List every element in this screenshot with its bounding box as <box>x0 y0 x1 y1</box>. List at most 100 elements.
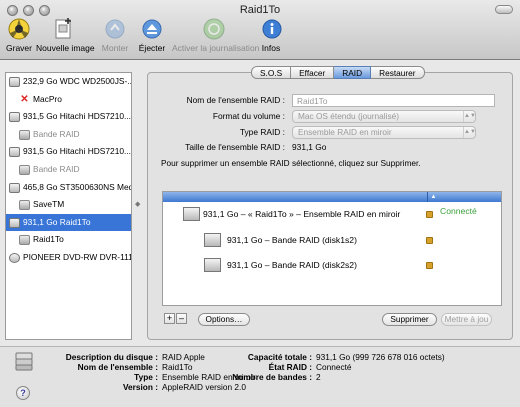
disk-item-label: 465,8 Go ST3500630NS Med <box>23 181 131 192</box>
disk-utility-window: Raid1To Graver Nouvelle image Monter Éje… <box>0 0 520 407</box>
disk-description-value: RAID Apple <box>162 352 205 362</box>
version-label: Version : <box>122 382 158 392</box>
raid-name-label: Nom de l'ensemble RAID : <box>186 95 285 105</box>
disk-item-label: 931,5 Go Hitachi HDS7210... <box>23 146 131 157</box>
chevron-updown-icon: ▲▼ <box>463 127 476 138</box>
delete-instruction-text: Pour supprimer un ensemble RAID sélectio… <box>161 158 421 168</box>
enable-journaling-button[interactable]: Activer la journalisation <box>172 17 259 53</box>
raid-name-field[interactable]: Raid1To <box>292 94 495 107</box>
raid-size-label: Taille de l'ensemble RAID : <box>185 142 285 152</box>
list-header[interactable]: ▲ <box>163 192 501 202</box>
raid-member-label: 931,1 Go – Bande RAID (disk2s2) <box>227 260 357 270</box>
total-capacity-value: 931,1 Go (999 726 678 016 octets) <box>316 352 445 362</box>
set-name-label: Nom de l'ensemble : <box>77 362 158 372</box>
disk-list[interactable]: 232,9 Go WDC WD2500JS-... ✕ MacPro 931,5… <box>5 72 132 340</box>
raid-type-value: Ensemble RAID en miroir <box>298 127 392 137</box>
raid-state-value: Connecté <box>316 362 352 372</box>
volume-icon <box>19 235 30 246</box>
lock-icon <box>426 262 433 269</box>
raid-size-value: 931,1 Go <box>292 142 327 152</box>
disk-item[interactable]: PIONEER DVD-RW DVR-111 <box>6 249 131 267</box>
optical-drive-icon <box>9 252 20 263</box>
mount-label: Monter <box>101 43 129 53</box>
volume-item-label: Bande RAID <box>33 163 80 174</box>
unmounted-volume-icon: ✕ <box>20 93 29 105</box>
total-capacity-label: Capacité totale : <box>247 352 312 362</box>
tab-erase[interactable]: Effacer <box>291 66 335 79</box>
set-name-value: Raid1To <box>162 362 193 372</box>
burn-icon <box>7 17 31 41</box>
volume-icon <box>19 129 30 140</box>
volume-icon <box>19 200 30 211</box>
stripe-count-value: 2 <box>316 372 321 382</box>
raid-set-label: 931,1 Go – « Raid1To » – Ensemble RAID e… <box>203 209 401 219</box>
volume-item-label: SaveTM <box>33 199 65 210</box>
hard-disk-icon <box>9 77 20 87</box>
mount-button[interactable]: Monter <box>101 17 129 53</box>
chevron-updown-icon: ▲▼ <box>463 111 476 122</box>
toolbar-toggle-button[interactable] <box>495 5 513 14</box>
help-button[interactable]: ? <box>16 386 30 400</box>
volume-item[interactable]: Raid1To <box>6 231 131 249</box>
lock-icon <box>426 211 433 218</box>
options-button[interactable]: Options… <box>198 313 250 326</box>
hard-disk-icon <box>204 258 221 272</box>
volume-format-select[interactable]: Mac OS étendu (journalisé) ▲▼ <box>292 110 476 123</box>
volume-item[interactable]: ✕ MacPro <box>6 91 131 109</box>
raid-member-label: 931,1 Go – Bande RAID (disk1s2) <box>227 235 357 245</box>
disk-item-label: 931,5 Go Hitachi HDS7210... <box>23 111 131 122</box>
volume-format-value: Mac OS étendu (journalisé) <box>298 111 399 121</box>
volume-format-label: Format du volume : <box>212 111 285 121</box>
add-button[interactable]: + <box>164 313 175 324</box>
burn-label: Graver <box>6 43 32 53</box>
delete-button[interactable]: Supprimer <box>382 313 437 326</box>
disk-item[interactable]: 931,5 Go Hitachi HDS7210... <box>6 108 131 126</box>
hard-disk-icon <box>9 147 20 158</box>
new-image-label: Nouvelle image <box>36 43 95 53</box>
disk-item[interactable]: 232,9 Go WDC WD2500JS-... <box>6 73 131 91</box>
raid-type-label: Type RAID : <box>239 127 285 137</box>
lock-icon <box>426 237 433 244</box>
new-image-icon <box>51 17 75 41</box>
raid-state-label: État RAID : <box>268 362 312 372</box>
tab-bar: S.O.S Effacer RAID Restaurer <box>251 66 425 79</box>
volume-item[interactable]: Bande RAID <box>6 126 131 144</box>
volume-item-label: MacPro <box>33 93 62 104</box>
disk-item-label: 232,9 Go WDC WD2500JS-... <box>23 76 131 86</box>
volume-item-label: Bande RAID <box>33 128 80 139</box>
tab-raid[interactable]: RAID <box>334 66 372 79</box>
info-button[interactable]: Infos <box>260 17 282 53</box>
disk-item-label: 931,1 Go Raid1To <box>23 216 91 227</box>
disk-item-label: PIONEER DVD-RW DVR-111 <box>23 251 131 262</box>
raid-disk-icon <box>9 217 20 228</box>
info-label: Infos <box>261 43 281 53</box>
disk-item[interactable]: 465,8 Go ST3500630NS Med <box>6 179 131 197</box>
tab-first-aid[interactable]: S.O.S <box>251 66 292 79</box>
disk-item-selected[interactable]: 931,1 Go Raid1To <box>6 213 131 232</box>
eject-icon <box>140 17 164 41</box>
toolbar: Raid1To Graver Nouvelle image Monter Éje… <box>0 0 520 60</box>
disk-item[interactable]: 931,5 Go Hitachi HDS7210... <box>6 143 131 161</box>
window-title: Raid1To <box>239 4 281 16</box>
update-button[interactable]: Mettre à jou <box>441 313 492 326</box>
eject-button[interactable]: Éjecter <box>138 17 166 53</box>
sort-arrow-icon[interactable]: ▲ <box>427 192 439 202</box>
hard-disk-icon <box>9 112 20 123</box>
raid-type-select[interactable]: Ensemble RAID en miroir ▲▼ <box>292 126 476 139</box>
burn-button[interactable]: Graver <box>4 17 34 53</box>
remove-button[interactable]: – <box>176 313 187 324</box>
volume-item[interactable]: Bande RAID <box>6 161 131 179</box>
journaling-icon <box>202 17 226 41</box>
splitter-handle-icon[interactable]: ◆ <box>135 200 140 208</box>
eject-label: Éjecter <box>138 43 166 53</box>
raid-set-icon <box>183 207 200 221</box>
new-image-button[interactable]: Nouvelle image <box>36 17 95 53</box>
disk-description-label: Description du disque : <box>65 352 158 362</box>
info-icon <box>260 17 284 41</box>
tab-restore[interactable]: Restaurer <box>371 66 425 79</box>
version-value: AppleRAID version 2.0 <box>162 382 246 392</box>
volume-item[interactable]: SaveTM <box>6 196 131 214</box>
hard-disk-icon <box>9 182 20 193</box>
raid-disk-large-icon <box>14 351 34 371</box>
volume-icon <box>19 164 30 175</box>
